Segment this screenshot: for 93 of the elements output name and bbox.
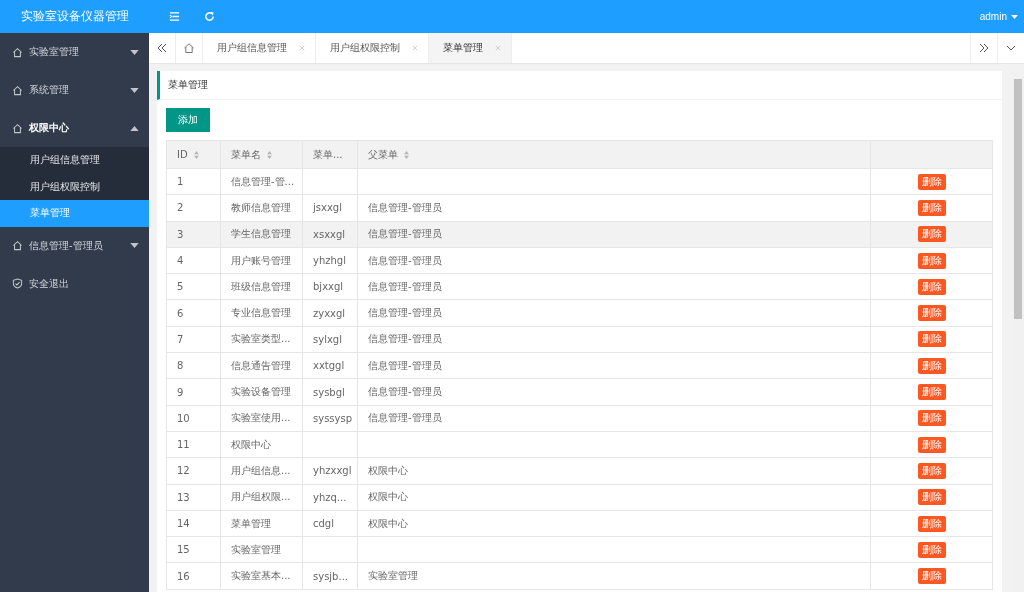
table-cell: cdgl bbox=[313, 518, 334, 529]
table-cell: 信息管理-管理员 bbox=[368, 386, 442, 397]
table-cell: 9 bbox=[177, 386, 184, 398]
home-icon bbox=[12, 46, 23, 58]
table-cell: 实验室管理 bbox=[368, 570, 418, 582]
table-cell: sysbgl bbox=[313, 386, 345, 398]
table-cell: 信息管理-管理员 bbox=[368, 307, 442, 319]
table-cell: 教师信息管理 bbox=[231, 201, 291, 213]
table-cell: syssysp bbox=[313, 412, 353, 424]
table-cell: 实验室管理 bbox=[231, 543, 281, 555]
table-cell: 15 bbox=[177, 544, 190, 556]
table-cell: 菜单管理 bbox=[231, 517, 271, 529]
nav-item[interactable]: 系统管理 bbox=[0, 71, 149, 109]
nav-item[interactable]: 信息管理-管理员 bbox=[0, 226, 149, 265]
table-cell: 学生信息管理 bbox=[231, 228, 291, 240]
menu-icon[interactable] bbox=[169, 11, 180, 22]
close-icon[interactable] bbox=[495, 45, 501, 51]
table-cell: 14 bbox=[177, 518, 190, 529]
table-cell: sylxgl bbox=[313, 333, 342, 345]
tab[interactable]: 用户组信息管理 bbox=[203, 33, 316, 63]
table-cell: bjxxgl bbox=[313, 281, 344, 293]
nav-item[interactable]: 安全退出 bbox=[0, 264, 149, 303]
table-cell: 6 bbox=[177, 307, 184, 319]
home-icon bbox=[12, 240, 23, 251]
table-cell: yhzq... bbox=[313, 491, 347, 503]
table-cell: 用户组信息... bbox=[231, 464, 291, 476]
column-header[interactable]: 父菜单 bbox=[368, 147, 409, 162]
caret-up-icon bbox=[130, 125, 139, 131]
table-cell: 10 bbox=[177, 412, 190, 424]
home-icon bbox=[12, 84, 23, 96]
table-cell: 用户账号管理 bbox=[231, 254, 291, 266]
shield-check-icon bbox=[12, 278, 23, 289]
home-icon[interactable] bbox=[183, 42, 195, 54]
table-cell: zyxxgl bbox=[313, 307, 346, 319]
table-cell: 11 bbox=[177, 439, 190, 451]
table-cell: 信息管理-管理员 bbox=[368, 280, 442, 292]
caret-down-icon bbox=[130, 87, 139, 93]
table-cell: 信息管理-管理员 bbox=[368, 412, 442, 424]
table-cell: 信息管理-管理员 bbox=[368, 254, 442, 266]
sort-icon[interactable] bbox=[267, 150, 272, 159]
table-cell: 权限中心 bbox=[231, 438, 271, 450]
table-cell: 12 bbox=[177, 465, 190, 477]
scroll-left-icon[interactable] bbox=[156, 42, 168, 54]
table-cell: yhzxxgl bbox=[313, 465, 352, 477]
table-cell: jsxxgl bbox=[313, 202, 342, 214]
app-title: 实验室设备仪器管理 bbox=[20, 8, 129, 25]
column-header[interactable]: ID bbox=[177, 149, 199, 160]
table-cell: 信息管理-管理员 bbox=[368, 359, 442, 371]
table-cell: 16 bbox=[177, 570, 190, 582]
table-cell: 信息通告管理 bbox=[231, 359, 291, 371]
home-icon bbox=[12, 122, 23, 134]
table-cell: 1 bbox=[177, 176, 184, 188]
caret-down-icon bbox=[130, 49, 139, 55]
sort-icon[interactable] bbox=[404, 150, 409, 159]
caret-down-icon bbox=[1011, 14, 1018, 19]
table-cell: 实验设备管理 bbox=[231, 386, 291, 397]
nav-item[interactable]: 实验室管理 bbox=[0, 33, 149, 71]
scroll-right-icon[interactable] bbox=[978, 42, 990, 54]
table-cell: 权限中心 bbox=[368, 517, 408, 529]
table-cell: 信息管理-管理员 bbox=[368, 201, 442, 213]
refresh-icon[interactable] bbox=[204, 11, 215, 22]
table-cell: sysjb... bbox=[313, 570, 348, 582]
table-cell: 8 bbox=[177, 360, 184, 372]
table-cell: 信息管理-管理员 bbox=[368, 228, 442, 240]
table-cell: 权限中心 bbox=[368, 491, 408, 503]
table-cell: 3 bbox=[177, 228, 184, 240]
table-cell: 实验室使用... bbox=[231, 412, 291, 424]
submenu-item[interactable]: 用户组权限控制 bbox=[0, 173, 149, 200]
sort-icon[interactable] bbox=[193, 150, 199, 159]
table-cell: 4 bbox=[177, 255, 184, 267]
table-cell: 专业信息管理 bbox=[231, 307, 291, 319]
table-cell: 信息管理-管理员 bbox=[368, 333, 442, 345]
close-icon[interactable] bbox=[412, 45, 418, 51]
nav-item[interactable]: 权限中心 bbox=[0, 109, 149, 147]
table-cell: 13 bbox=[177, 491, 190, 503]
add-button[interactable]: 添加 bbox=[166, 108, 210, 132]
close-icon[interactable] bbox=[299, 45, 305, 51]
caret-down-icon bbox=[130, 243, 139, 248]
table-cell: 2 bbox=[177, 202, 184, 214]
table-cell: 班级信息管理 bbox=[231, 280, 291, 292]
table-cell: 实验室基本... bbox=[231, 570, 291, 582]
table-cell: xxtggl bbox=[313, 360, 345, 372]
table-cell: 5 bbox=[177, 281, 184, 293]
panel-title: 菜单管理 bbox=[168, 78, 208, 92]
table-cell: 7 bbox=[177, 333, 184, 345]
table-cell: 权限中心 bbox=[368, 464, 408, 476]
table-cell: 信息管理-管... bbox=[231, 175, 295, 187]
tab[interactable]: 菜单管理 bbox=[429, 33, 512, 63]
table-cell: yhzhgl bbox=[313, 255, 346, 267]
table-cell: 用户组权限... bbox=[231, 491, 291, 503]
submenu-item[interactable]: 用户组信息管理 bbox=[0, 147, 149, 174]
table-cell: 实验室类型... bbox=[231, 333, 291, 345]
table-cell: xsxxgl bbox=[313, 228, 346, 240]
